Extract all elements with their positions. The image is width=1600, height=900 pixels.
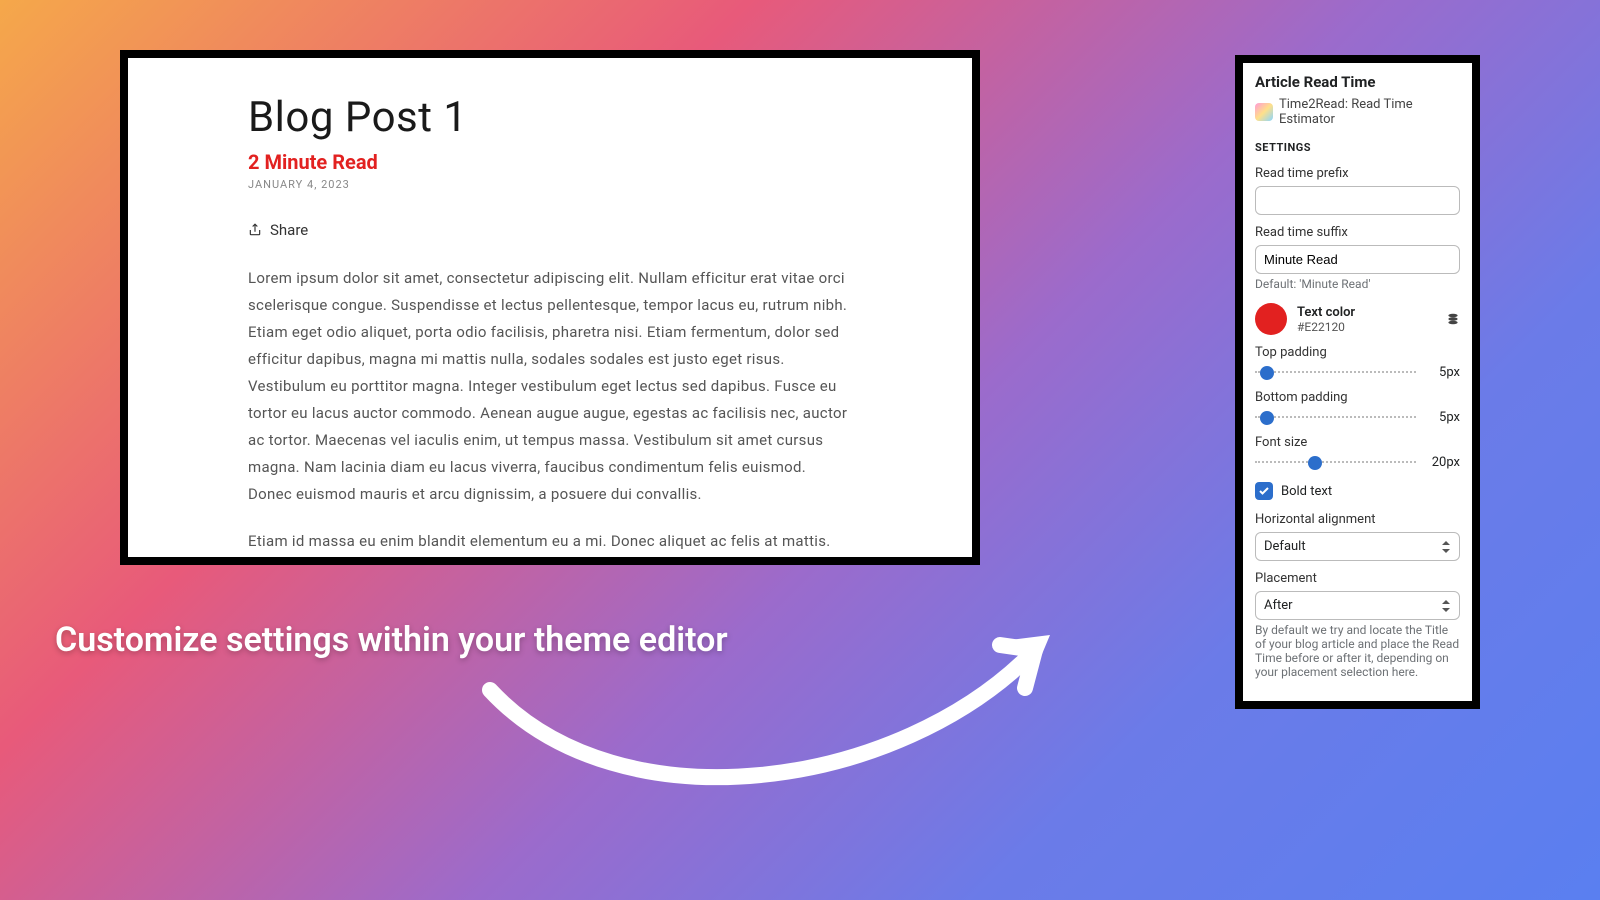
app-icon <box>1255 103 1273 121</box>
select-caret-icon <box>1441 541 1451 553</box>
placement-label: Placement <box>1255 571 1460 586</box>
share-icon <box>248 223 262 237</box>
font-size-label: Font size <box>1255 435 1460 450</box>
placement-helper: By default we try and locate the Title o… <box>1255 623 1460 679</box>
blog-preview-frame: Blog Post 1 2 Minute Read JANUARY 4, 202… <box>120 50 980 565</box>
check-icon <box>1258 485 1270 497</box>
blog-title: Blog Post 1 <box>248 93 852 142</box>
bottom-padding-value: 5px <box>1424 410 1460 425</box>
panel-title: Article Read Time <box>1255 73 1460 91</box>
text-color-row[interactable]: Text color #E22120 <box>1255 303 1460 335</box>
share-label: Share <box>270 221 308 239</box>
alignment-label: Horizontal alignment <box>1255 512 1460 527</box>
blog-paragraph: Lorem ipsum dolor sit amet, consectetur … <box>248 265 852 508</box>
select-caret-icon <box>1441 600 1451 612</box>
settings-section-label: SETTINGS <box>1255 141 1460 154</box>
top-padding-value: 5px <box>1424 365 1460 380</box>
color-swatch[interactable] <box>1255 303 1287 335</box>
bottom-padding-label: Bottom padding <box>1255 390 1460 405</box>
alignment-select[interactable]: Default <box>1255 532 1460 561</box>
share-button[interactable]: Share <box>248 221 852 239</box>
blog-paragraph: Etiam id massa eu enim blandit elementum… <box>248 528 852 557</box>
settings-panel: Article Read Time Time2Read: Read Time E… <box>1243 63 1472 701</box>
blog-preview: Blog Post 1 2 Minute Read JANUARY 4, 202… <box>128 58 972 557</box>
app-name: Time2Read: Read Time Estimator <box>1279 97 1460 127</box>
suffix-input[interactable] <box>1255 245 1460 274</box>
bottom-padding-slider[interactable] <box>1255 416 1416 420</box>
alignment-value: Default <box>1264 539 1306 554</box>
prefix-label: Read time prefix <box>1255 166 1460 181</box>
bold-checkbox[interactable] <box>1255 482 1273 500</box>
suffix-helper: Default: 'Minute Read' <box>1255 277 1460 291</box>
settings-frame: Article Read Time Time2Read: Read Time E… <box>1235 55 1480 709</box>
color-label: Text color <box>1297 305 1436 320</box>
color-hex: #E22120 <box>1297 320 1436 334</box>
arrow-illustration <box>470 570 1080 820</box>
app-row[interactable]: Time2Read: Read Time Estimator <box>1255 97 1460 127</box>
layers-icon[interactable] <box>1446 312 1460 326</box>
blog-body: Lorem ipsum dolor sit amet, consectetur … <box>248 265 852 557</box>
suffix-label: Read time suffix <box>1255 225 1460 240</box>
placement-value: After <box>1264 598 1293 613</box>
read-time-badge: 2 Minute Read <box>248 150 852 174</box>
font-size-slider[interactable] <box>1255 461 1416 465</box>
blog-date: JANUARY 4, 2023 <box>248 178 852 191</box>
top-padding-label: Top padding <box>1255 345 1460 360</box>
bold-label: Bold text <box>1281 484 1332 499</box>
top-padding-slider[interactable] <box>1255 371 1416 375</box>
font-size-value: 20px <box>1424 455 1460 470</box>
placement-select[interactable]: After <box>1255 591 1460 620</box>
bold-checkbox-row[interactable]: Bold text <box>1255 482 1460 500</box>
prefix-input[interactable] <box>1255 186 1460 215</box>
